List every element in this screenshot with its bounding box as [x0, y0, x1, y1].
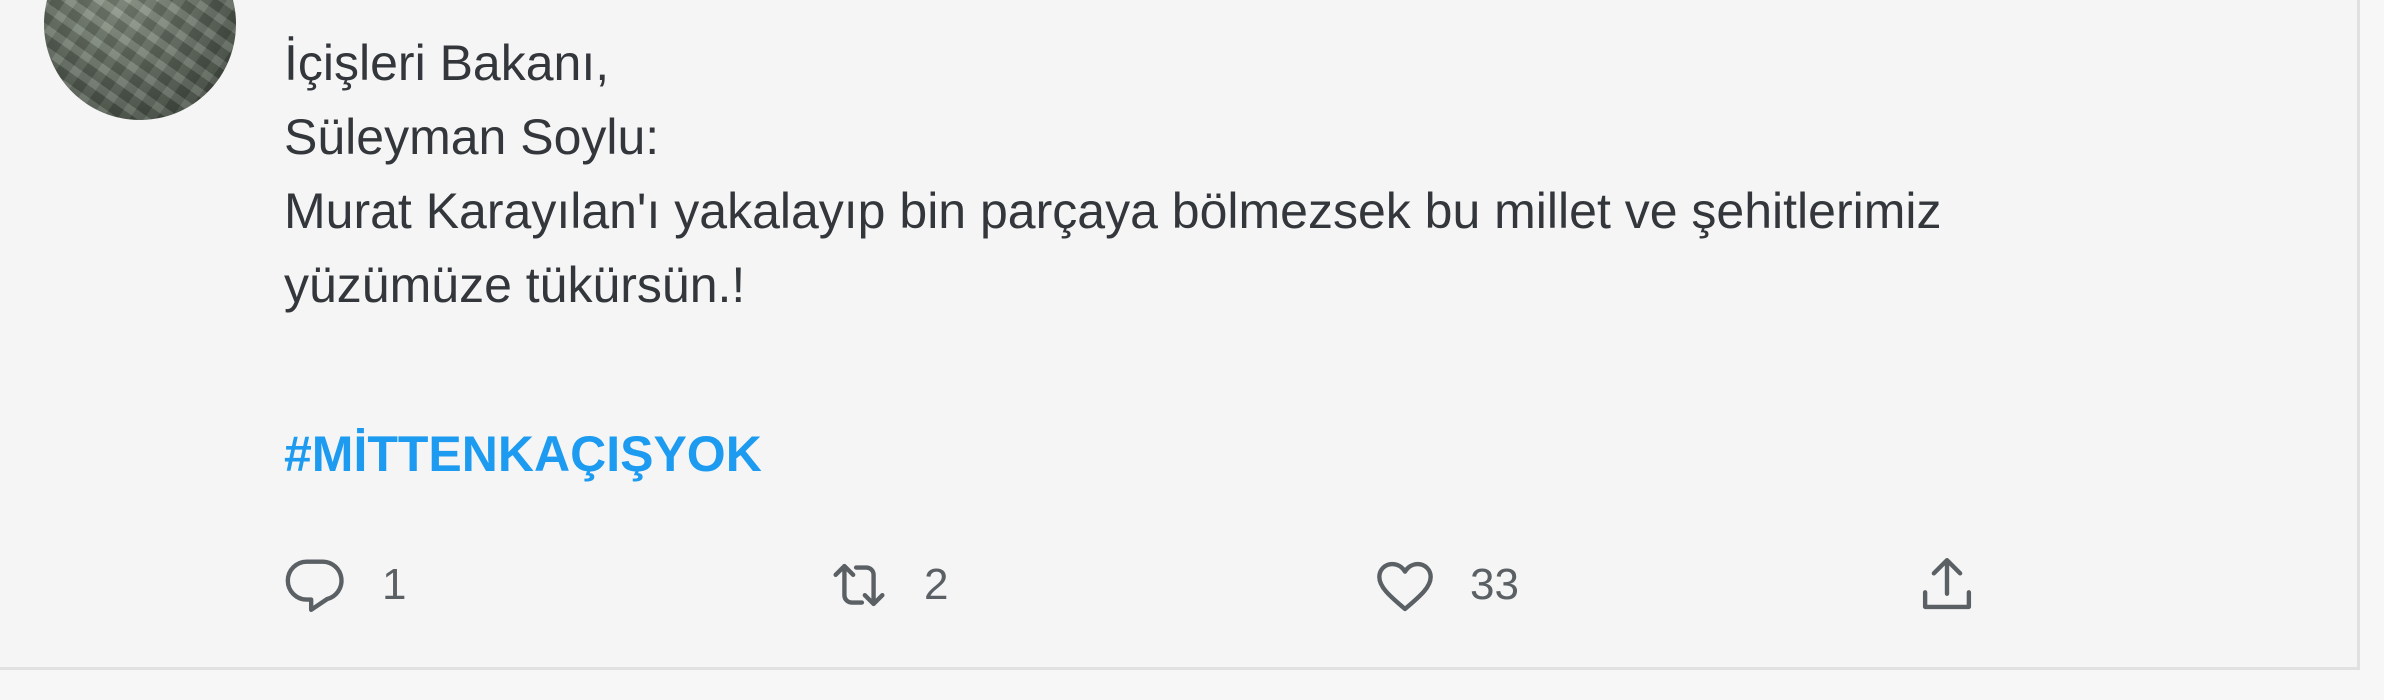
share-button[interactable] — [1912, 550, 1982, 620]
reply-count: 1 — [382, 560, 407, 609]
like-button[interactable]: 33 — [1370, 550, 1519, 620]
tweet-card[interactable]: İçişleri Bakanı, Süleyman Soylu: Murat K… — [0, 0, 2360, 670]
tweet-line: İçişleri Bakanı, — [284, 35, 610, 91]
share-icon — [1922, 558, 1972, 610]
retweet-count: 2 — [924, 560, 949, 609]
reply-button[interactable]: 1 — [282, 550, 406, 620]
retweet-button[interactable]: 2 — [824, 550, 948, 620]
retweet-icon — [833, 563, 885, 607]
tweet-line: Süleyman Soylu: — [284, 109, 660, 165]
avatar[interactable] — [44, 0, 236, 120]
reply-icon — [285, 559, 344, 612]
tweet-line: yüzümüze tükürsün.! — [284, 257, 746, 313]
tweet-line: Murat Karayılan'ı yakalayıp bin parçaya … — [284, 183, 1942, 239]
heart-icon — [1377, 561, 1433, 612]
tweet-text: İçişleri Bakanı, Süleyman Soylu: Murat K… — [284, 26, 2334, 322]
hashtag-link[interactable]: #MİTTENKAÇIŞYOK — [284, 424, 762, 484]
like-count: 33 — [1470, 560, 1519, 609]
